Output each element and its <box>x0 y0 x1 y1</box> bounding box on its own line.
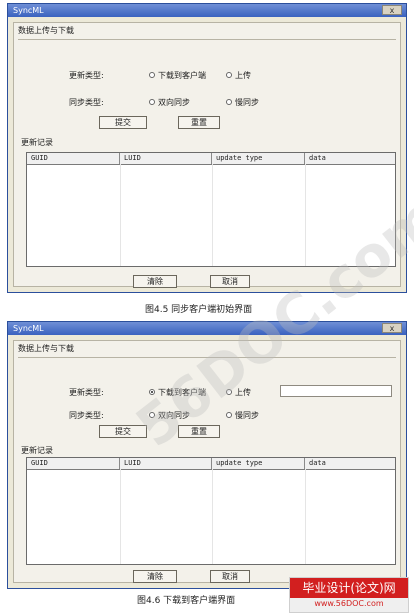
brand-logo: 毕业设计(论文)网 www.56DOC.com <box>289 577 409 613</box>
title-bar: SyncML x <box>8 322 406 335</box>
reset-button[interactable]: 重置 <box>178 116 220 129</box>
table-divider <box>120 164 121 266</box>
brand-url: www.56DOC.com <box>314 599 384 608</box>
radio-slow-label: 慢同步 <box>235 411 259 420</box>
records-table[interactable]: GUID LUID update type data <box>26 457 396 565</box>
table-header: GUID LUID update type data <box>27 458 395 470</box>
panel-title: 数据上传与下载 <box>18 23 396 40</box>
table-divider <box>212 469 213 564</box>
col-guid[interactable]: GUID <box>27 153 120 164</box>
title-bar: SyncML x <box>8 4 406 17</box>
close-button[interactable]: x <box>382 323 402 333</box>
radio-upload[interactable] <box>226 72 232 78</box>
table-divider <box>212 164 213 266</box>
sync-type-label: 同步类型: <box>69 98 104 107</box>
cancel-button[interactable]: 取消 <box>210 275 250 288</box>
table-divider <box>305 469 306 564</box>
records-label: 更新记录 <box>21 446 53 455</box>
sync-type-label: 同步类型: <box>69 411 104 420</box>
radio-upload-label: 上传 <box>235 71 251 80</box>
client-path-input[interactable] <box>280 385 392 397</box>
radio-slow-label: 慢同步 <box>235 98 259 107</box>
table-divider <box>305 164 306 266</box>
clear-button[interactable]: 清除 <box>133 275 177 288</box>
update-type-label: 更新类型: <box>69 71 104 80</box>
radio-two-way-label: 双向同步 <box>158 98 190 107</box>
col-luid[interactable]: LUID <box>120 458 212 469</box>
col-update-type[interactable]: update type <box>212 458 305 469</box>
radio-download-to-client[interactable] <box>149 72 155 78</box>
submit-button[interactable]: 提交 <box>99 116 147 129</box>
window-title: SyncML <box>13 324 44 333</box>
brand-title: 毕业设计(论文)网 <box>290 578 408 598</box>
radio-slow-sync[interactable] <box>226 99 232 105</box>
table-divider <box>120 469 121 564</box>
radio-download-label: 下载到客户端 <box>158 71 206 80</box>
col-data[interactable]: data <box>305 153 397 164</box>
update-type-label: 更新类型: <box>69 388 104 397</box>
col-update-type[interactable]: update type <box>212 153 305 164</box>
figure-caption-4-6: 图4.6 下载到客户端界面 <box>137 596 236 606</box>
table-header: GUID LUID update type data <box>27 153 395 165</box>
col-luid[interactable]: LUID <box>120 153 212 164</box>
clear-button[interactable]: 清除 <box>133 570 177 583</box>
radio-two-way-sync[interactable] <box>149 99 155 105</box>
window-title: SyncML <box>13 6 44 15</box>
col-data[interactable]: data <box>305 458 397 469</box>
cancel-button[interactable]: 取消 <box>210 570 250 583</box>
figure-caption-4-5: 图4.5 同步客户端初始界面 <box>145 305 253 315</box>
radio-slow-sync[interactable] <box>226 412 232 418</box>
close-button[interactable]: x <box>382 5 402 15</box>
records-label: 更新记录 <box>21 138 53 147</box>
col-guid[interactable]: GUID <box>27 458 120 469</box>
